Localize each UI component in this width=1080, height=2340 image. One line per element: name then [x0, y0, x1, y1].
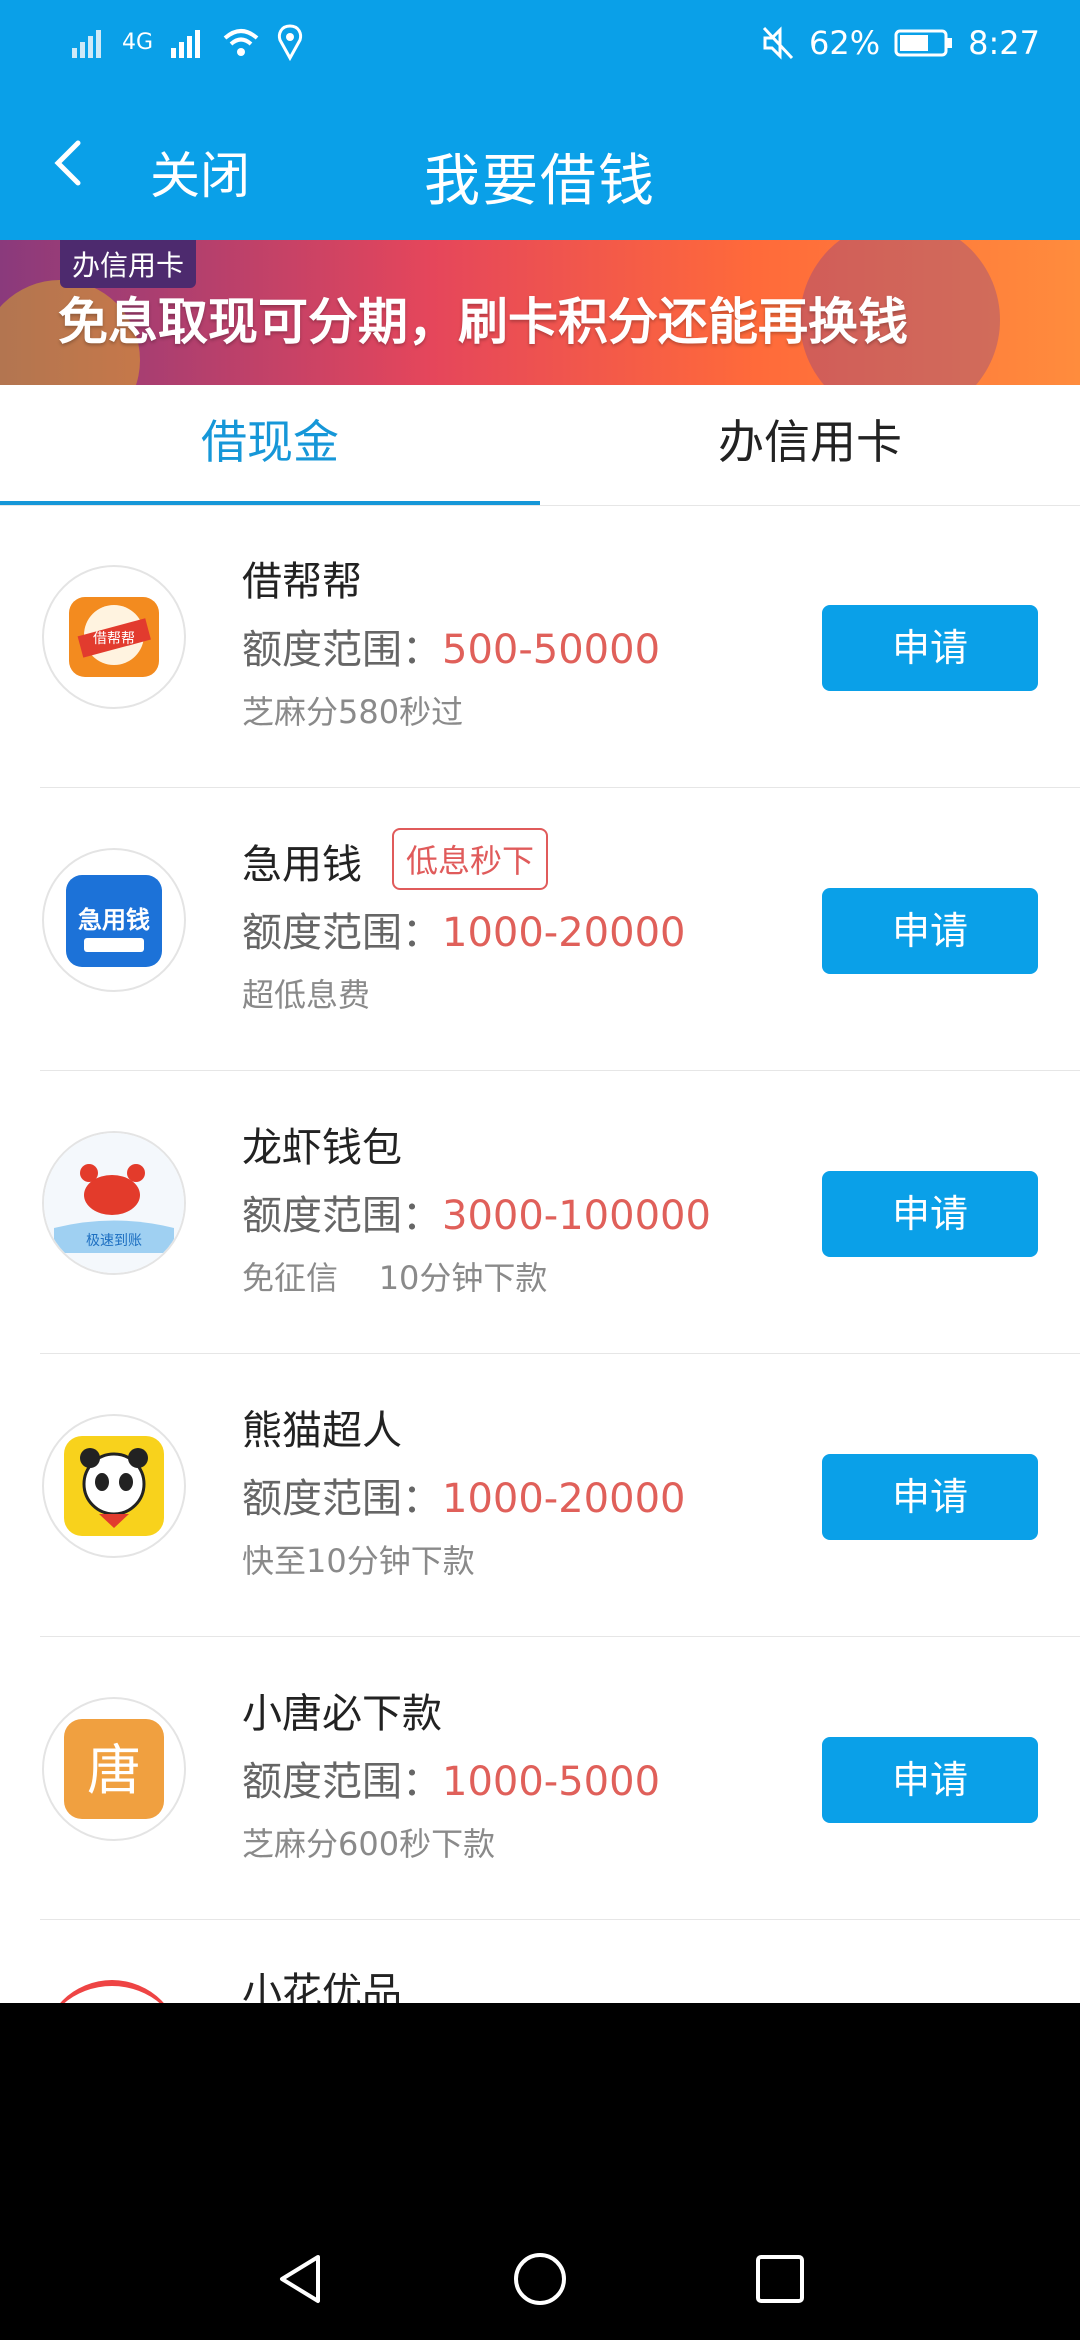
loan-desc: 超低息费: [242, 976, 371, 1014]
loan-range: 额度范围：500-50000: [242, 617, 660, 675]
svg-text:极速到账: 极速到账: [86, 1233, 142, 1249]
loan-tag: 低息秒下: [392, 828, 549, 890]
list-item[interactable]: 极速到账 龙虾钱包 额度范围：3000-100000 免征信 10分钟下款 申请: [40, 1071, 1080, 1354]
loan-range: 额度范围：3000-100000: [242, 1183, 711, 1241]
back-triangle-icon[interactable]: [270, 2249, 330, 2309]
jiyongqian-logo-icon: 急用钱: [66, 875, 162, 967]
range-label: 额度范围：: [242, 1759, 442, 1805]
loan-name: 龙虾钱包: [242, 1125, 402, 1171]
app-logo: [42, 1414, 186, 1558]
banner-text: 免息取现可分期，刷卡积分还能再换钱: [58, 293, 908, 351]
apply-button[interactable]: 申请: [822, 1454, 1038, 1540]
range-value: 500-50000: [442, 627, 661, 673]
signal-icon: [72, 30, 101, 58]
loan-desc: 芝麻分580秒过: [242, 693, 464, 731]
wifi-icon: [223, 29, 259, 56]
apply-button[interactable]: 申请: [822, 1171, 1038, 1257]
range-label: 额度范围：: [242, 627, 442, 673]
list-item[interactable]: 急用钱 急用钱 低息秒下 额度范围：1000-20000 超低息费 申请: [40, 788, 1080, 1071]
list-item[interactable]: 借帮帮 借帮帮 额度范围：500-50000 芝麻分580秒过 申请: [40, 505, 1080, 788]
lobster-logo-icon: 极速到账: [44, 1133, 184, 1273]
svg-text:唐: 唐: [87, 1739, 141, 1802]
range-value: 1000-20000: [442, 910, 686, 956]
recents-square-icon[interactable]: [750, 2249, 810, 2309]
range-value: 1000-20000: [442, 1476, 686, 1522]
panda-logo-icon: [64, 1436, 164, 1536]
tab-credit-card[interactable]: 办信用卡: [540, 385, 1080, 505]
app-logo: 极速到账: [42, 1131, 186, 1275]
range-label: 额度范围：: [242, 1193, 442, 1239]
loan-desc: 快至10分钟下款: [242, 1542, 475, 1580]
signal-strength-icon: [171, 30, 201, 58]
status-left-icons: 4G: [68, 22, 305, 62]
apply-button[interactable]: 申请: [822, 888, 1038, 974]
banner-badge: 办信用卡: [60, 240, 197, 288]
nav-bar: 关闭 我要借钱: [0, 110, 1080, 220]
loan-range: 额度范围：1000-20000: [242, 900, 685, 958]
tang-logo-icon: 唐: [64, 1719, 164, 1819]
top-header: 4G 62% 8:27 关闭 我要借钱: [0, 0, 1080, 240]
cat-logo-icon: 借帮帮: [69, 597, 159, 677]
battery-icon: [894, 29, 953, 57]
network-type: 4G: [122, 29, 154, 55]
tab-borrow-cash[interactable]: 借现金: [0, 385, 540, 505]
tab-bar: 借现金 办信用卡: [0, 385, 1080, 506]
loan-name: 熊猫超人: [242, 1408, 402, 1454]
range-value: 1000-5000: [442, 1759, 661, 1805]
status-bar: 4G 62% 8:27: [0, 0, 1080, 90]
svg-text:急用钱: 急用钱: [78, 906, 150, 934]
clock: 8:27: [968, 24, 1040, 62]
page-title: 我要借钱: [424, 149, 656, 214]
mute-icon: [762, 26, 794, 60]
apply-button[interactable]: 申请: [822, 1737, 1038, 1823]
loan-name: 急用钱: [242, 842, 362, 888]
list-item[interactable]: 熊猫超人 额度范围：1000-20000 快至10分钟下款 申请: [40, 1354, 1080, 1637]
loan-desc: 芝麻分600秒下款: [242, 1825, 496, 1863]
promo-banner[interactable]: 办信用卡 免息取现可分期，刷卡积分还能再换钱: [0, 240, 1080, 385]
range-value: 3000-100000: [442, 1193, 711, 1239]
status-right: 62% 8:27: [761, 24, 1040, 62]
loan-desc: 免征信 10分钟下款: [242, 1259, 548, 1297]
loan-range: 额度范围：1000-5000: [242, 1749, 660, 1807]
loan-name: 借帮帮: [242, 559, 362, 605]
app-logo: 唐: [42, 1697, 186, 1841]
range-label: 额度范围：: [242, 910, 442, 956]
loan-list: 借帮帮 借帮帮 额度范围：500-50000 芝麻分580秒过 申请 急用钱 急…: [0, 505, 1080, 1920]
location-icon: [278, 24, 303, 62]
apply-button[interactable]: 申请: [822, 605, 1038, 691]
app-logo: 借帮帮: [42, 565, 186, 709]
loan-name: 小唐必下款: [242, 1691, 442, 1737]
loan-range: 额度范围：1000-20000: [242, 1466, 685, 1524]
list-item[interactable]: 唐 小唐必下款 额度范围：1000-5000 芝麻分600秒下款 申请: [40, 1637, 1080, 1920]
app-logo: 急用钱: [42, 848, 186, 992]
svg-text:借帮帮: 借帮帮: [93, 631, 135, 647]
range-label: 额度范围：: [242, 1476, 442, 1522]
system-nav-bar: [0, 2003, 1080, 2340]
battery-percent: 62%: [809, 24, 881, 62]
home-circle-icon[interactable]: [510, 2249, 570, 2309]
